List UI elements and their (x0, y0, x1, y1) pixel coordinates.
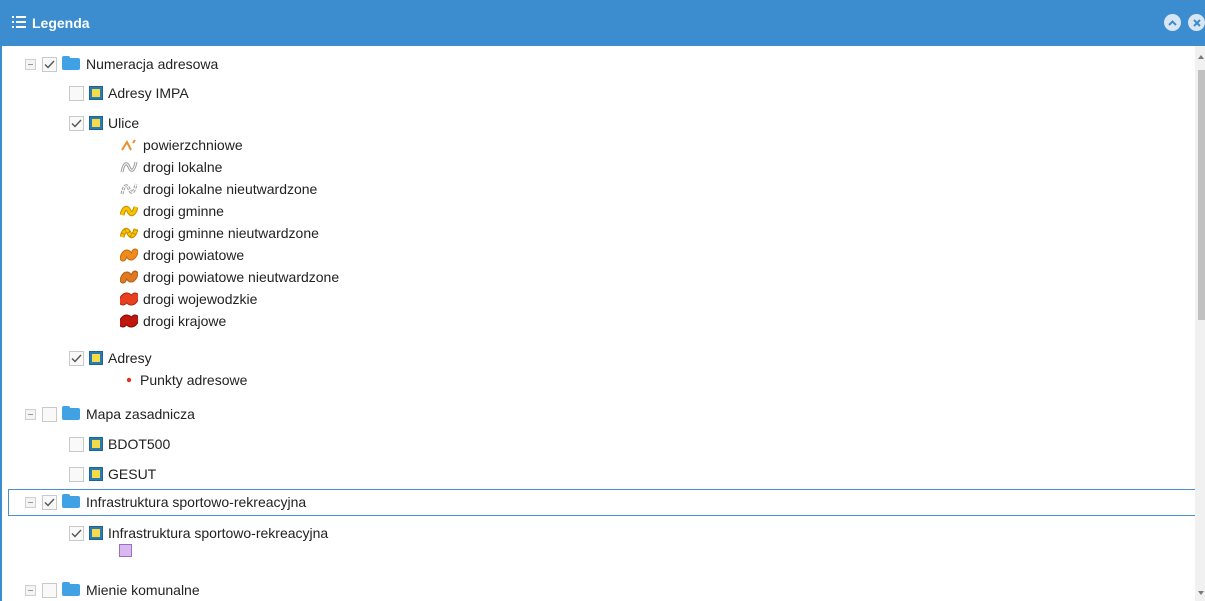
layer-icon (89, 526, 103, 540)
legend-item-punkty-adresowe: Punkty adresowe (122, 369, 247, 391)
layer-ulice[interactable]: Ulice (69, 112, 139, 134)
layer-checkbox[interactable] (69, 436, 84, 452)
group-checkbox[interactable] (42, 406, 57, 422)
legend-item-drogi-lokalne: drogi lokalne (119, 156, 222, 178)
collapse-toggle[interactable] (25, 58, 36, 70)
legend-item-powierzchniowe: powierzchniowe (119, 134, 243, 156)
road-surface-icon (119, 138, 139, 152)
legend-item-drogi-krajowe: drogi krajowe (119, 310, 226, 332)
scroll-down-icon[interactable] (1198, 591, 1204, 595)
road-line-icon (119, 292, 139, 306)
layer-label: Infrastruktura sportowo-rekreacyjna (108, 525, 329, 541)
layer-infrastruktura-sportowo-rekreacyjna[interactable]: Infrastruktura sportowo-rekreacyjna (69, 522, 328, 544)
layer-checkbox[interactable] (69, 115, 84, 131)
layer-label: GESUT (108, 466, 157, 482)
folder-icon (62, 582, 80, 596)
panel-header: Legenda (2, 0, 1205, 46)
layer-icon (89, 86, 103, 100)
group-label: Mienie komunalne (86, 582, 200, 598)
group-label: Mapa zasadnicza (86, 406, 195, 422)
scroll-up-icon[interactable] (1198, 55, 1204, 59)
point-icon (122, 373, 136, 387)
folder-icon (62, 406, 80, 420)
layer-checkbox[interactable] (69, 525, 84, 541)
group-mapa-zasadnicza[interactable]: Mapa zasadnicza (25, 403, 195, 425)
layer-adresy-impa[interactable]: Adresy IMPA (69, 82, 189, 104)
panel-title: Legenda (32, 15, 90, 31)
layer-gesut[interactable]: GESUT (69, 463, 156, 485)
road-line-icon (119, 226, 139, 240)
road-line-icon (119, 314, 139, 328)
layer-icon (89, 437, 103, 451)
selected-row-highlight (8, 489, 1196, 516)
list-icon (12, 15, 26, 31)
layer-checkbox[interactable] (69, 466, 84, 482)
legend-item-drogi-powiatowe-nieutwardzone: drogi powiatowe nieutwardzone (119, 266, 339, 288)
layer-checkbox[interactable] (69, 350, 84, 366)
close-icon[interactable] (1188, 14, 1205, 31)
group-mienie-komunalne[interactable]: Mienie komunalne (25, 579, 200, 601)
group-numeracja-adresowa[interactable]: Numeracja adresowa (25, 53, 218, 75)
layer-bdot500[interactable]: BDOT500 (69, 433, 170, 455)
collapse-toggle[interactable] (25, 408, 36, 420)
folder-icon (62, 56, 80, 70)
collapse-up-icon[interactable] (1164, 14, 1181, 31)
road-line-icon (119, 182, 139, 196)
road-line-icon (119, 204, 139, 218)
legend-item-drogi-gminne: drogi gminne (119, 200, 224, 222)
layer-label: BDOT500 (108, 436, 171, 452)
group-checkbox[interactable] (42, 56, 57, 72)
layer-adresy[interactable]: Adresy (69, 347, 152, 369)
layer-icon (89, 467, 103, 481)
road-line-icon (119, 270, 139, 284)
layer-icon (89, 116, 103, 130)
collapse-toggle[interactable] (25, 584, 36, 596)
legend-item-drogi-gminne-nieutwardzone: drogi gminne nieutwardzone (119, 222, 319, 244)
vertical-scrollbar[interactable] (1195, 46, 1205, 601)
legend-panel: Legenda Numeracja adresowa Adresy IMPA U… (0, 0, 1205, 601)
scroll-thumb[interactable] (1198, 70, 1205, 320)
legend-item-drogi-powiatowe: drogi powiatowe (119, 244, 244, 266)
layer-label: Adresy IMPA (108, 85, 189, 101)
group-checkbox[interactable] (42, 582, 57, 598)
layer-icon (89, 351, 103, 365)
legend-item-drogi-wojewodzkie: drogi wojewodzkie (119, 288, 257, 310)
group-label: Numeracja adresowa (86, 56, 219, 72)
layer-label: Ulice (108, 115, 140, 131)
polygon-symbol (119, 544, 132, 557)
layer-label: Adresy (108, 350, 152, 366)
road-line-icon (119, 248, 139, 262)
road-line-icon (119, 160, 139, 174)
legend-item-drogi-lokalne-nieutwardzone: drogi lokalne nieutwardzone (119, 178, 317, 200)
legend-tree: Numeracja adresowa Adresy IMPA Ulice pow… (2, 46, 1195, 601)
layer-checkbox[interactable] (69, 85, 84, 101)
